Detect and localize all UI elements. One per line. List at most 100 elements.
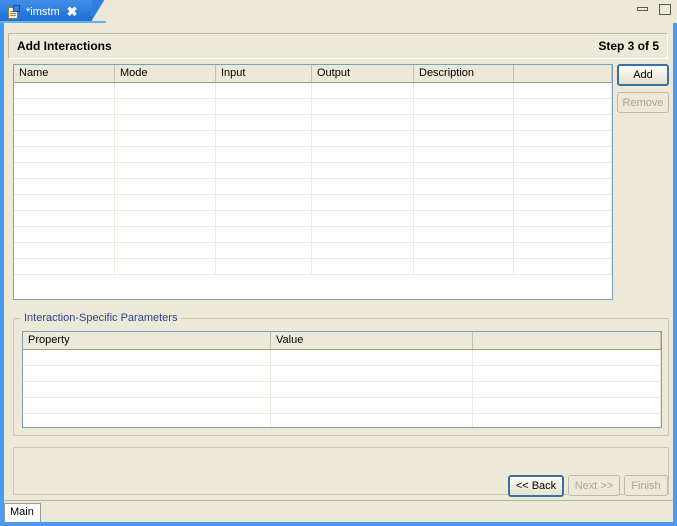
table-cell[interactable] [23, 414, 271, 427]
table-row[interactable] [23, 350, 661, 366]
table-cell[interactable] [514, 115, 612, 130]
table-cell[interactable] [514, 147, 612, 162]
table-row[interactable] [14, 83, 612, 99]
table-cell[interactable] [514, 227, 612, 242]
table-cell[interactable] [414, 227, 514, 242]
table-cell[interactable] [514, 163, 612, 178]
table-row[interactable] [23, 414, 661, 427]
table-cell[interactable] [514, 179, 612, 194]
table-row[interactable] [14, 211, 612, 227]
table-cell[interactable] [312, 131, 414, 146]
table-cell[interactable] [514, 243, 612, 258]
add-button[interactable]: Add [617, 64, 669, 86]
table-row[interactable] [14, 227, 612, 243]
table-row[interactable] [14, 99, 612, 115]
table-cell[interactable] [414, 163, 514, 178]
table-cell[interactable] [14, 147, 115, 162]
table-cell[interactable] [216, 147, 312, 162]
table-cell[interactable] [115, 243, 216, 258]
table-cell[interactable] [23, 398, 271, 413]
table-cell[interactable] [216, 195, 312, 210]
table-cell[interactable] [414, 115, 514, 130]
table-cell[interactable] [216, 243, 312, 258]
table-cell[interactable] [312, 99, 414, 114]
table-cell[interactable] [312, 227, 414, 242]
table-cell[interactable] [23, 366, 271, 381]
table-cell[interactable] [14, 83, 115, 98]
table-cell[interactable] [115, 163, 216, 178]
table-cell[interactable] [216, 99, 312, 114]
table-row[interactable] [23, 382, 661, 398]
table-cell[interactable] [414, 131, 514, 146]
table-cell[interactable] [514, 211, 612, 226]
table-cell[interactable] [414, 259, 514, 274]
table-cell[interactable] [514, 259, 612, 274]
table-row[interactable] [14, 179, 612, 195]
table-cell[interactable] [14, 195, 115, 210]
table-cell[interactable] [23, 382, 271, 397]
table-cell[interactable] [23, 350, 271, 365]
table-cell[interactable] [271, 350, 473, 365]
table-cell[interactable] [115, 211, 216, 226]
table-cell[interactable] [473, 382, 661, 397]
table-cell[interactable] [271, 382, 473, 397]
table-cell[interactable] [14, 227, 115, 242]
table-cell[interactable] [216, 115, 312, 130]
table-cell[interactable] [312, 147, 414, 162]
table-cell[interactable] [14, 259, 115, 274]
column-header-mode[interactable]: Mode [115, 65, 216, 82]
table-cell[interactable] [115, 195, 216, 210]
table-cell[interactable] [312, 211, 414, 226]
table-cell[interactable] [312, 115, 414, 130]
table-cell[interactable] [473, 414, 661, 427]
table-cell[interactable] [473, 398, 661, 413]
table-cell[interactable] [312, 259, 414, 274]
table-row[interactable] [14, 147, 612, 163]
table-cell[interactable] [216, 227, 312, 242]
table-cell[interactable] [115, 259, 216, 274]
table-cell[interactable] [14, 243, 115, 258]
table-cell[interactable] [473, 366, 661, 381]
column-header-value[interactable]: Value [271, 332, 473, 349]
table-cell[interactable] [216, 131, 312, 146]
maximize-icon[interactable] [658, 3, 672, 16]
table-cell[interactable] [271, 366, 473, 381]
table-cell[interactable] [312, 195, 414, 210]
parameters-table-body[interactable] [23, 350, 661, 427]
table-row[interactable] [23, 398, 661, 414]
table-cell[interactable] [473, 350, 661, 365]
table-cell[interactable] [312, 179, 414, 194]
column-header-blank[interactable] [514, 65, 612, 82]
interactions-table[interactable]: Name Mode Input Output Description [13, 64, 613, 300]
table-cell[interactable] [115, 115, 216, 130]
table-cell[interactable] [115, 227, 216, 242]
column-header-property[interactable]: Property [23, 332, 271, 349]
table-row[interactable] [14, 259, 612, 275]
minimize-icon[interactable] [636, 3, 650, 16]
table-row[interactable] [14, 243, 612, 259]
table-cell[interactable] [312, 163, 414, 178]
bottom-tab-main[interactable]: Main [4, 503, 41, 522]
table-cell[interactable] [271, 414, 473, 427]
table-row[interactable] [14, 163, 612, 179]
table-cell[interactable] [216, 259, 312, 274]
table-cell[interactable] [414, 83, 514, 98]
back-button[interactable]: << Back [508, 475, 564, 497]
table-cell[interactable] [414, 147, 514, 162]
table-cell[interactable] [115, 179, 216, 194]
table-cell[interactable] [271, 398, 473, 413]
table-cell[interactable] [414, 179, 514, 194]
column-header-blank[interactable] [473, 332, 661, 349]
table-cell[interactable] [216, 163, 312, 178]
table-cell[interactable] [115, 147, 216, 162]
table-cell[interactable] [216, 83, 312, 98]
table-cell[interactable] [14, 179, 115, 194]
table-cell[interactable] [14, 115, 115, 130]
table-cell[interactable] [414, 211, 514, 226]
table-cell[interactable] [115, 83, 216, 98]
column-header-name[interactable]: Name [14, 65, 115, 82]
table-row[interactable] [14, 195, 612, 211]
table-cell[interactable] [216, 211, 312, 226]
table-cell[interactable] [115, 131, 216, 146]
column-header-output[interactable]: Output [312, 65, 414, 82]
